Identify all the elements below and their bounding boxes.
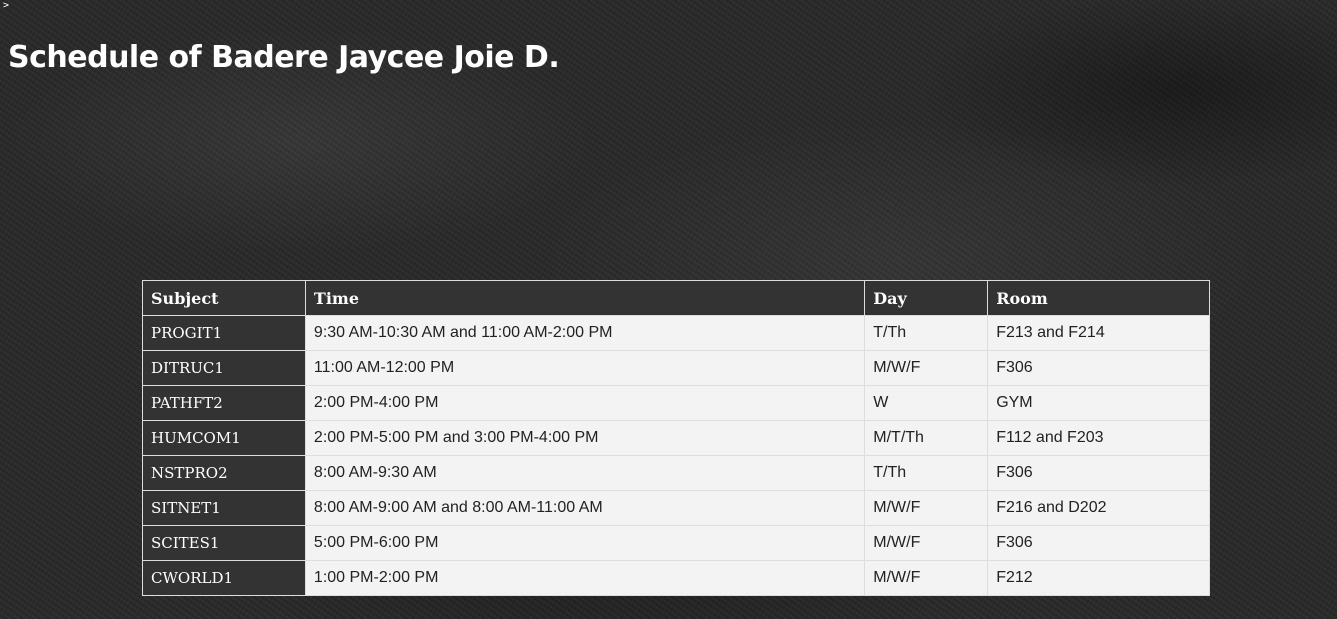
time-cell: 5:00 PM-6:00 PM <box>304 525 866 561</box>
column-header-day: Day <box>864 280 989 316</box>
subject-cell: NSTPRO2 <box>142 455 306 491</box>
room-cell: F306 <box>987 350 1210 386</box>
time-cell: 2:00 PM-5:00 PM and 3:00 PM-4:00 PM <box>304 420 866 456</box>
time-cell: 2:00 PM-4:00 PM <box>304 385 866 421</box>
subject-cell: PATHFT2 <box>142 385 306 421</box>
subject-cell: DITRUC1 <box>142 350 306 386</box>
day-cell: M/W/F <box>864 560 989 596</box>
room-cell: F213 and F214 <box>987 315 1210 351</box>
day-cell: M/W/F <box>864 350 989 386</box>
column-header-subject: Subject <box>142 280 306 316</box>
table-row: PATHFT2 2:00 PM-4:00 PM W GYM <box>142 385 1210 421</box>
time-cell: 1:00 PM-2:00 PM <box>304 560 866 596</box>
table-row: SITNET1 8:00 AM-9:00 AM and 8:00 AM-11:0… <box>142 490 1210 526</box>
schedule-table: Subject Time Day Room PROGIT1 9:30 AM-10… <box>142 280 1210 596</box>
time-cell: 11:00 AM-12:00 PM <box>304 350 866 386</box>
time-cell: 9:30 AM-10:30 AM and 11:00 AM-2:00 PM <box>304 315 866 351</box>
table-row: CWORLD1 1:00 PM-2:00 PM M/W/F F212 <box>142 560 1210 596</box>
room-cell: GYM <box>987 385 1210 421</box>
table-row: PROGIT1 9:30 AM-10:30 AM and 11:00 AM-2:… <box>142 315 1210 351</box>
room-cell: F306 <box>987 455 1210 491</box>
room-cell: F216 and D202 <box>987 490 1210 526</box>
subject-cell: PROGIT1 <box>142 315 306 351</box>
subject-cell: CWORLD1 <box>142 560 306 596</box>
room-cell: F112 and F203 <box>987 420 1210 456</box>
room-cell: F212 <box>987 560 1210 596</box>
day-cell: M/T/Th <box>864 420 989 456</box>
room-cell: F306 <box>987 525 1210 561</box>
corner-mark: > <box>3 0 10 11</box>
table-row: SCITES1 5:00 PM-6:00 PM M/W/F F306 <box>142 525 1210 561</box>
day-cell: W <box>864 385 989 421</box>
subject-cell: HUMCOM1 <box>142 420 306 456</box>
day-cell: M/W/F <box>864 490 989 526</box>
page-title: Schedule of Badere Jaycee Joie D. <box>8 40 560 75</box>
day-cell: T/Th <box>864 315 989 351</box>
column-header-time: Time <box>304 280 866 316</box>
day-cell: T/Th <box>864 455 989 491</box>
subject-cell: SCITES1 <box>142 525 306 561</box>
table-row: NSTPRO2 8:00 AM-9:30 AM T/Th F306 <box>142 455 1210 491</box>
table-header-row: Subject Time Day Room <box>142 280 1210 316</box>
time-cell: 8:00 AM-9:00 AM and 8:00 AM-11:00 AM <box>304 490 866 526</box>
time-cell: 8:00 AM-9:30 AM <box>304 455 866 491</box>
table-row: HUMCOM1 2:00 PM-5:00 PM and 3:00 PM-4:00… <box>142 420 1210 456</box>
day-cell: M/W/F <box>864 525 989 561</box>
column-header-room: Room <box>987 280 1210 316</box>
table-row: DITRUC1 11:00 AM-12:00 PM M/W/F F306 <box>142 350 1210 386</box>
subject-cell: SITNET1 <box>142 490 306 526</box>
